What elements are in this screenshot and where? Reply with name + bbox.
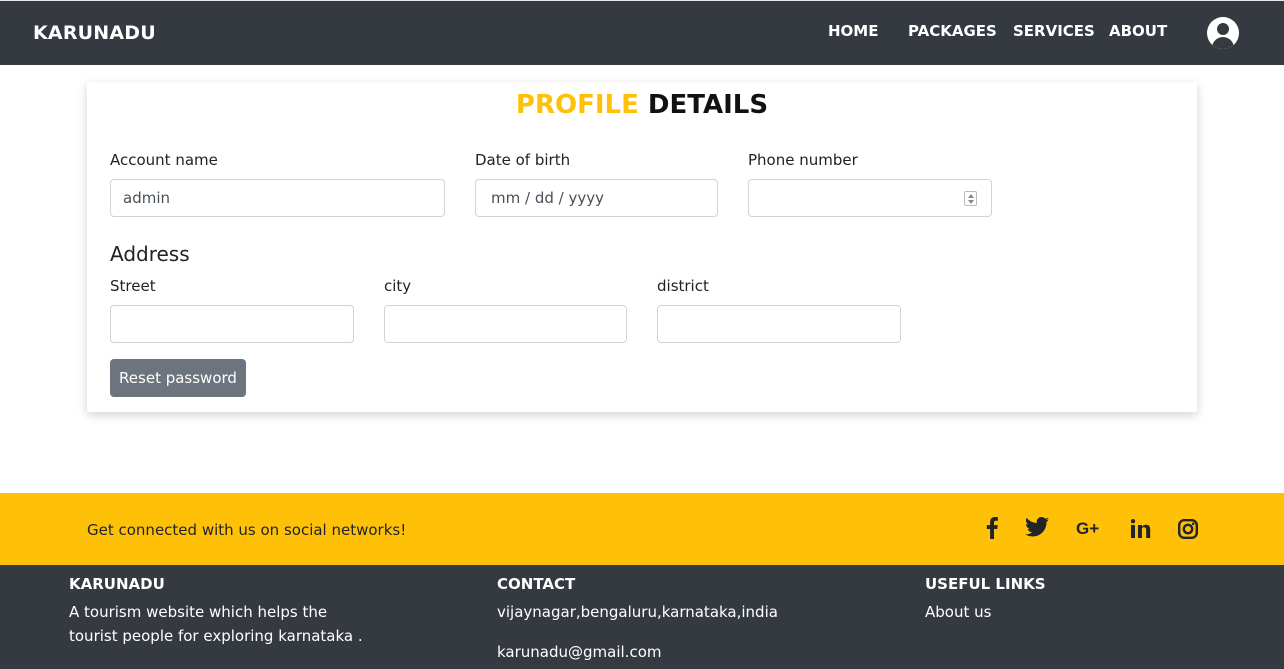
account-name-input[interactable]: admin [110,179,445,217]
facebook-icon[interactable] [985,517,999,541]
page-title: PROFILE DETAILS [87,90,1197,120]
dob-input[interactable]: mm / dd / yyyy [475,179,718,217]
brand-logo[interactable]: KARUNADU [33,22,156,44]
account-name-label: Account name [110,151,218,169]
user-circle-icon[interactable] [1207,17,1239,49]
phone-input[interactable] [748,179,992,217]
footer-links-heading: USEFUL LINKS [925,575,1046,593]
nav-home[interactable]: HOME [828,22,878,40]
social-bar: Get connected with us on social networks… [0,493,1284,565]
navbar: KARUNADU HOME PACKAGES SERVICES ABOUT [0,0,1284,65]
linkedin-icon[interactable] [1130,519,1151,543]
city-input[interactable] [384,305,627,343]
social-text: Get connected with us on social networks… [87,521,407,539]
phone-label: Phone number [748,151,858,169]
google-plus-icon[interactable]: G+ [1076,519,1103,543]
footer-address: vijaynagar,bengaluru,karnataka,india [497,603,778,621]
nav-about[interactable]: ABOUT [1109,22,1167,40]
reset-password-button[interactable]: Reset password [110,359,246,397]
footer-description-line2: tourist people for exploring karnataka . [69,627,363,645]
address-heading: Address [110,242,190,266]
title-accent: PROFILE [515,90,639,120]
footer-link-about[interactable]: About us [925,600,991,624]
footer-description-line1: A tourism website which helps the [69,603,328,621]
street-label: Street [110,277,156,295]
instagram-icon[interactable] [1178,519,1199,543]
dob-label: Date of birth [475,151,571,169]
footer: KARUNADU A tourism website which helps t… [0,565,1284,669]
nav-packages[interactable]: PACKAGES [908,22,997,40]
footer-brand-heading: KARUNADU [69,575,165,593]
footer-contact-heading: CONTACT [497,575,576,593]
title-main: DETAILS [647,90,769,120]
twitter-icon[interactable] [1025,517,1049,541]
street-input[interactable] [110,305,354,343]
profile-card: PROFILE DETAILS Account name admin Date … [87,82,1197,412]
number-spinner-icon[interactable] [964,191,977,206]
svg-text:G+: G+ [1076,519,1099,537]
district-label: district [657,277,709,295]
footer-email[interactable]: karunadu@gmail.com [497,640,661,664]
district-input[interactable] [657,305,901,343]
nav-services[interactable]: SERVICES [1013,22,1095,40]
city-label: city [384,277,412,295]
